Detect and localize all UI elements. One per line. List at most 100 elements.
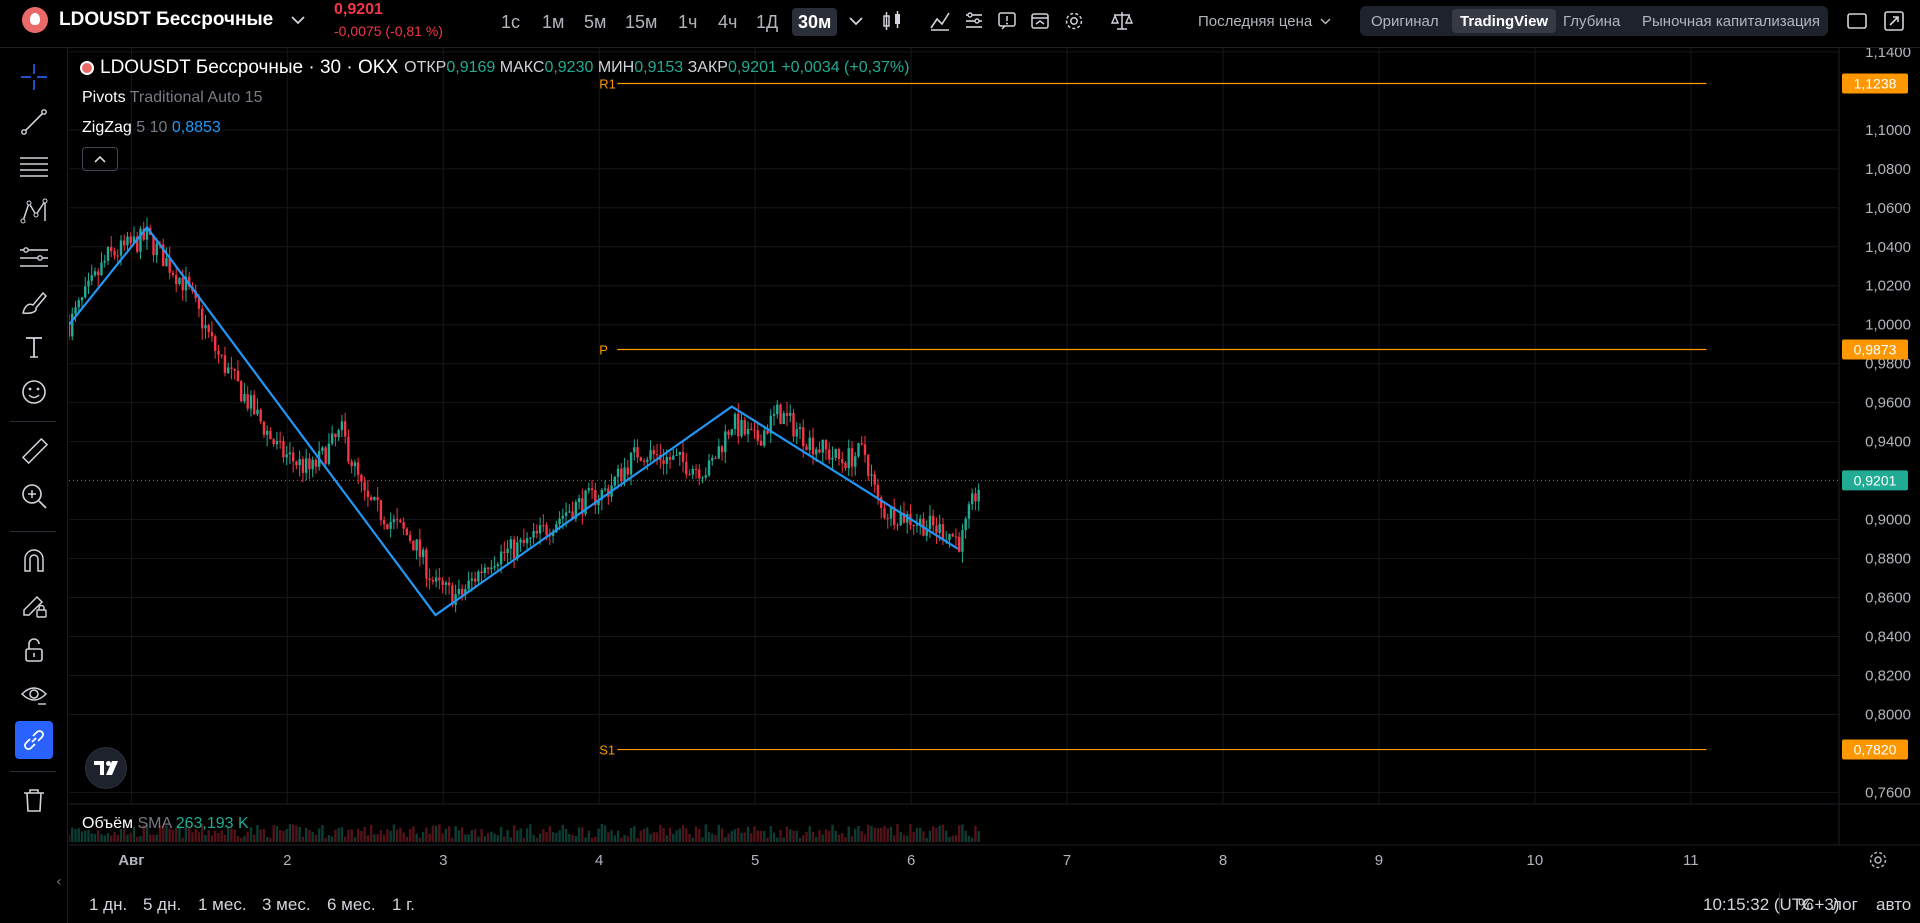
fib-retracement-icon[interactable] [15,148,53,186]
range-1m[interactable]: 1 мес. [198,895,247,915]
view-tab-tradingview[interactable]: TradingView [1452,9,1557,33]
trash-icon[interactable] [15,781,53,819]
candle-body [688,474,691,476]
interval-1d[interactable]: 1Д [750,8,784,36]
collapse-legend-button[interactable] [82,147,118,171]
window-icon[interactable] [1843,7,1871,35]
volume-bar [665,835,668,842]
interval-1h[interactable]: 1ч [672,8,703,36]
price-chart[interactable]: 1,1400 1,1000 1,0800 1,0600 1,0400 1,0200 1,00… [69,48,1920,885]
text-tool-icon[interactable] [15,328,53,366]
volume-bar [584,837,587,842]
clock[interactable]: 10:15:32 (UTC+3) [1703,895,1840,915]
view-tab-original[interactable]: Оригинал [1363,9,1447,33]
candle-body [356,462,360,475]
candle-body [545,525,548,536]
volume-bar [701,837,704,842]
magnet-icon[interactable] [15,541,53,579]
candle-body [298,459,301,466]
candle-body [80,297,84,301]
candle-body [399,520,402,523]
lock-icon[interactable] [15,631,53,669]
collapse-toolbar-icon[interactable]: ‹ [56,874,62,890]
y-tick-label: 0,9600 [1865,395,1911,412]
range-1d[interactable]: 1 дн. [89,895,127,915]
range-5d[interactable]: 5 дн. [143,895,181,915]
volume-bar [561,824,565,842]
alert-icon[interactable] [993,7,1021,35]
interval-4h[interactable]: 4ч [712,8,743,36]
candle-body [961,530,964,552]
log-toggle[interactable]: лог [1832,895,1858,915]
volume-bar [850,836,854,842]
volume-bar [766,837,769,842]
candle-body [506,548,509,554]
volume-bar [893,835,896,842]
lock-drawing-icon[interactable] [15,586,53,624]
trend-line-icon[interactable] [15,103,53,141]
candle-body [707,460,711,476]
chevron-down-icon[interactable] [288,9,308,31]
candle-body [434,577,438,582]
percent-toggle[interactable]: % [1798,895,1813,915]
volume-bar [847,826,850,842]
fullscreen-icon[interactable] [1880,7,1908,35]
interval-dropdown-icon[interactable] [842,7,870,35]
zoom-in-icon[interactable] [15,477,53,515]
volume-bar [298,826,301,842]
volume-bar [340,827,344,842]
candle-body [815,449,818,455]
range-1y[interactable]: 1 г. [392,895,415,915]
interval-1m[interactable]: 1м [536,8,570,36]
view-tab-market-cap[interactable]: Рыночная капитализация [1634,9,1828,33]
candle-body [269,430,272,440]
compare-scales-icon[interactable] [1108,7,1136,35]
volume-bar [136,836,139,842]
emoji-icon[interactable] [15,373,53,411]
volume-bar [675,830,678,842]
pivots-legend[interactable]: Pivots Traditional Auto 15 [82,89,263,107]
auto-toggle[interactable]: авто [1876,895,1911,915]
view-tab-depth[interactable]: Глубина [1555,9,1628,33]
tradingview-logo-icon[interactable] [85,747,127,789]
pattern-icon[interactable] [15,193,53,231]
link-icon[interactable] [15,721,53,759]
close-value: 0,9201 [727,59,777,76]
y-tick-label: 1,0000 [1865,317,1911,334]
interval-1s[interactable]: 1с [495,8,526,36]
eye-icon[interactable] [15,676,53,714]
volume-bar [256,825,259,842]
candle-body [522,539,526,544]
interval-5m[interactable]: 5м [578,8,612,36]
candles-icon[interactable] [878,7,906,35]
forecast-icon[interactable] [15,238,53,276]
volume-bar [587,830,591,842]
brush-icon[interactable] [15,283,53,321]
volume-bar [925,837,928,842]
crosshair-icon[interactable] [15,58,53,96]
volume-bar [379,830,383,842]
volume-bar [789,829,792,842]
volume-legend[interactable]: Объём SMA 263,193 K [82,815,249,833]
last-change: -0,0075 (-0,81 %) [334,23,443,39]
ruler-icon[interactable] [15,432,53,470]
candle-body [291,452,295,462]
range-6m[interactable]: 6 мес. [327,895,376,915]
zigzag-legend[interactable]: ZigZag 5 10 0,8853 [82,119,221,137]
price-type-select[interactable]: Последняя цена [1198,9,1331,33]
candle-body [123,240,126,246]
range-3m[interactable]: 3 мес. [262,895,311,915]
indicators-icon[interactable] [926,7,954,35]
symbol-name[interactable]: LDOUSDT Бессрочные [59,7,273,33]
volume-bar [282,831,285,842]
candle-body [181,277,184,291]
settings-gear-icon[interactable] [1060,7,1088,35]
volume-bar [366,835,370,842]
candle-body [84,286,87,298]
y-tick-label: 0,8200 [1865,667,1911,684]
interval-30m[interactable]: 30м [792,8,838,36]
interval-15m[interactable]: 15м [619,8,663,36]
templates-icon[interactable] [960,7,988,35]
x-tick-label: 7 [1063,852,1071,869]
replay-icon[interactable] [1026,7,1054,35]
